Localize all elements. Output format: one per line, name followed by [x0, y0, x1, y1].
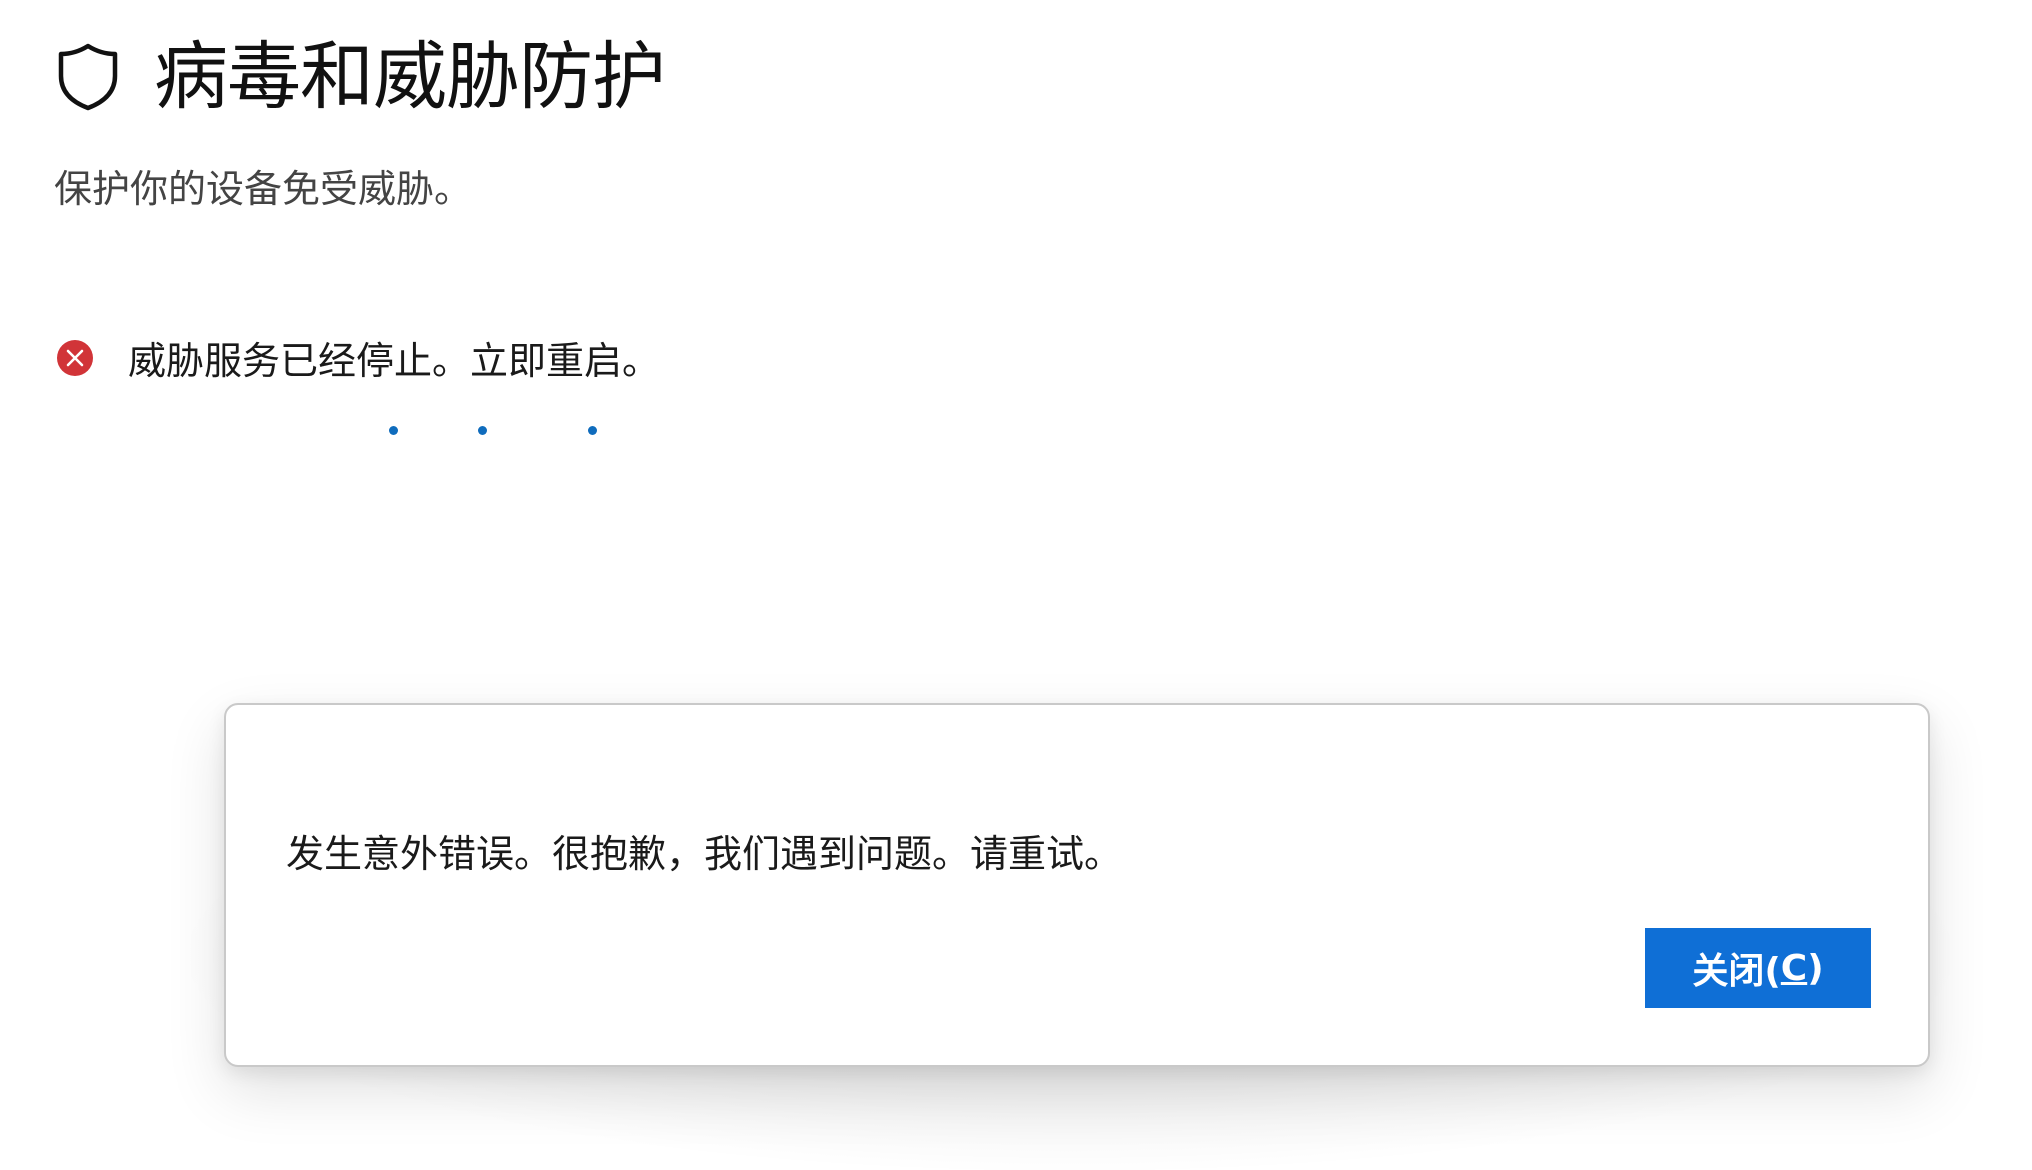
page-title: 病毒和威胁防护	[154, 34, 666, 120]
page-header: 病毒和威胁防护	[56, 34, 666, 120]
page-subtitle: 保护你的设备免受威胁。	[54, 167, 473, 211]
security-page: 病毒和威胁防护 保护你的设备免受威胁。 威胁服务已经停止。立即重启。 发生意外错…	[0, 0, 2032, 1170]
close-button[interactable]: 关闭(C)	[1645, 928, 1871, 1008]
close-button-label-suffix: )	[1807, 947, 1824, 989]
error-circle-icon	[57, 339, 93, 376]
progress-dot	[389, 426, 398, 435]
close-button-label-prefix: 关闭(	[1692, 951, 1781, 992]
progress-dot	[588, 426, 597, 435]
close-button-accelerator: C	[1780, 947, 1808, 989]
progress-dot	[478, 426, 487, 435]
progress-dots	[0, 0, 2032, 435]
status-message: 威胁服务已经停止。立即重启。	[128, 339, 661, 383]
shield-icon	[58, 43, 118, 111]
dialog-message: 发生意外错误。很抱歉，我们遇到问题。请重试。	[286, 832, 1123, 876]
error-dialog: 发生意外错误。很抱歉，我们遇到问题。请重试。 关闭(C)	[224, 703, 1930, 1067]
service-status: 威胁服务已经停止。立即重启。	[56, 330, 660, 385]
